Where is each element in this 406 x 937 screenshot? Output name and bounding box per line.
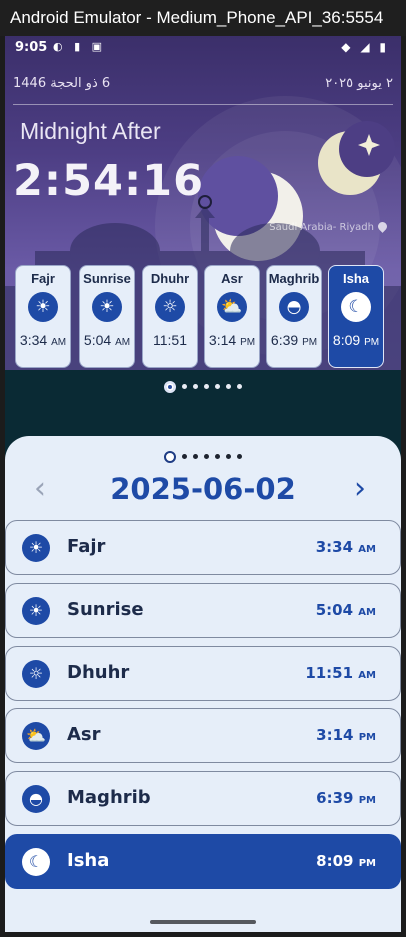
- sunrise-icon: ☀: [22, 534, 50, 562]
- prayer-card-dhuhr[interactable]: Dhuhr ☼ 11:51: [142, 265, 198, 368]
- prayer-time: 11:51 AM: [305, 664, 376, 682]
- page-dot[interactable]: [226, 384, 231, 389]
- page-dot[interactable]: [226, 454, 231, 459]
- prayer-cards: Fajr ☀ 3:34 AM Sunrise ☀ 5:04 AM Dhuhr ☼…: [15, 265, 395, 369]
- moon-icon: ☾: [341, 292, 371, 322]
- prayer-row-maghrib[interactable]: ◓ Maghrib 6:39 PM: [5, 771, 401, 826]
- location-label[interactable]: Saudi Arabia- Riyadh: [269, 220, 389, 233]
- hero-page-indicator[interactable]: [5, 376, 401, 395]
- page-dot[interactable]: [237, 384, 242, 389]
- sunrise-icon: ☀: [92, 292, 122, 322]
- sunset-icon: ◓: [279, 292, 309, 322]
- card-name: Sunrise: [83, 271, 131, 286]
- card-name: Maghrib: [268, 271, 320, 286]
- prayer-time: 6:39 PM: [316, 789, 376, 807]
- sun-icon: ☼: [22, 660, 50, 688]
- page-dot[interactable]: [204, 454, 209, 459]
- cloud-sun-icon: ⛅: [217, 292, 247, 322]
- prayer-row-fajr[interactable]: ☀ Fajr 3:34 AM: [5, 520, 401, 575]
- card-name: Dhuhr: [150, 271, 190, 286]
- prayer-card-sunrise[interactable]: Sunrise ☀ 5:04 AM: [79, 265, 135, 368]
- selected-date: 2025-06-02: [110, 472, 296, 506]
- date-navigator: ‹ 2025-06-02 ›: [5, 472, 401, 514]
- status-time: 9:05: [15, 40, 48, 55]
- prayer-name: Sunrise: [67, 599, 144, 620]
- page-dot-active[interactable]: [164, 380, 176, 393]
- card-time: 3:14 PM: [208, 332, 256, 348]
- sunset-icon: ◓: [22, 785, 50, 813]
- card-time: 11:51: [153, 332, 187, 348]
- prayer-card-maghrib[interactable]: Maghrib ◓ 6:39 PM: [266, 265, 322, 368]
- page-dot[interactable]: [182, 454, 187, 459]
- prayer-name: Fajr: [67, 536, 106, 557]
- hero-banner: 9:05 ◐ ▮ ▣ ◆ ◢ ▮ 6 ذو الحجة 1446 ٢ يونيو…: [5, 36, 401, 370]
- prayer-card-asr[interactable]: Asr ⛅ 3:14 PM: [204, 265, 260, 368]
- location-pin-icon: [376, 220, 389, 233]
- page-dot[interactable]: [215, 454, 220, 459]
- gesture-home-bar[interactable]: [150, 920, 256, 924]
- card-time: 3:34 AM: [19, 332, 67, 348]
- prayer-card-fajr[interactable]: Fajr ☀ 3:34 AM: [15, 265, 71, 368]
- prayer-card-isha[interactable]: Isha ☾ 8:09 PM: [328, 265, 384, 368]
- card-name: Asr: [221, 271, 243, 286]
- gregorian-date: ٢ يونيو ٢٠٢٥: [325, 76, 393, 91]
- status-notification-icons: ◐ ▮ ▣: [53, 40, 107, 53]
- page-dot[interactable]: [215, 384, 220, 389]
- prayer-row-sunrise[interactable]: ☀ Sunrise 5:04 AM: [5, 583, 401, 638]
- page-dot-active[interactable]: [164, 450, 176, 463]
- date-divider: [13, 104, 393, 105]
- card-time: 6:39 PM: [270, 332, 318, 348]
- prayer-time: 3:34 AM: [315, 538, 376, 556]
- next-event-heading: Midnight After: [20, 118, 161, 144]
- prayer-name: Asr: [67, 724, 101, 745]
- card-time: 5:04 AM: [83, 332, 131, 348]
- prayer-row-isha[interactable]: ☾ Isha 8:09 PM: [5, 834, 401, 889]
- location-text: Saudi Arabia- Riyadh: [269, 222, 374, 233]
- prayer-time: 8:09 PM: [316, 852, 376, 870]
- sunrise-icon: ☀: [22, 597, 50, 625]
- status-bar: 9:05 ◐ ▮ ▣ ◆ ◢ ▮: [5, 36, 401, 60]
- prayer-time: 3:14 PM: [316, 726, 376, 744]
- status-system-icons: ◆ ◢ ▮: [341, 40, 389, 54]
- prayer-name: Dhuhr: [67, 662, 130, 683]
- sunrise-icon: ☀: [28, 292, 58, 322]
- prayer-times-sheet: ‹ 2025-06-02 › ☀ Fajr 3:34 AM ☀ Sunrise …: [5, 436, 401, 932]
- prayer-time: 5:04 AM: [315, 601, 376, 619]
- cloud-sun-icon: ⛅: [22, 722, 50, 750]
- moon-icon: ☾: [22, 848, 50, 876]
- card-name: Fajr: [31, 271, 55, 286]
- hijri-date: 6 ذو الحجة 1446: [13, 76, 111, 91]
- page-dot[interactable]: [193, 454, 198, 459]
- page-dot[interactable]: [193, 384, 198, 389]
- window-title: Android Emulator - Medium_Phone_API_36:5…: [10, 8, 384, 27]
- card-time: 8:09 PM: [332, 332, 380, 348]
- countdown-timer: 2:54:16: [13, 156, 204, 206]
- prayer-row-dhuhr[interactable]: ☼ Dhuhr 11:51 AM: [5, 646, 401, 701]
- sun-icon: ☼: [155, 292, 185, 322]
- page-dot[interactable]: [204, 384, 209, 389]
- card-name: Isha: [342, 271, 369, 286]
- phone-screen: 9:05 ◐ ▮ ▣ ◆ ◢ ▮ 6 ذو الحجة 1446 ٢ يونيو…: [5, 36, 401, 932]
- chevron-right-icon[interactable]: ›: [345, 474, 375, 504]
- page-dot[interactable]: [182, 384, 187, 389]
- prayer-name: Maghrib: [67, 787, 151, 808]
- page-dot[interactable]: [237, 454, 242, 459]
- sheet-page-indicator[interactable]: [5, 446, 401, 465]
- emulator-title-bar: Android Emulator - Medium_Phone_API_36:5…: [0, 0, 406, 36]
- prayer-row-asr[interactable]: ⛅ Asr 3:14 PM: [5, 708, 401, 763]
- prayer-name: Isha: [67, 850, 110, 871]
